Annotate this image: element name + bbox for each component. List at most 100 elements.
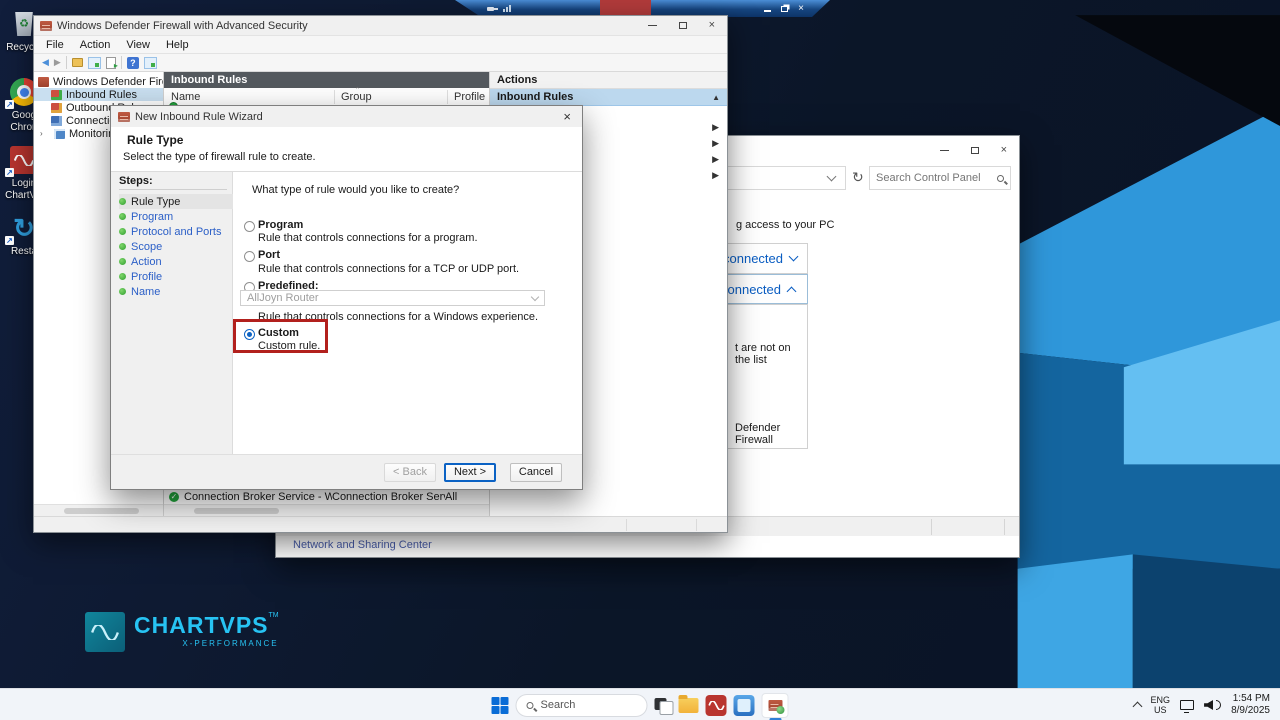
- text-fragment-access: g access to your PC: [736, 219, 835, 231]
- wizard-heading: Rule Type: [127, 133, 184, 147]
- window-title: Windows Defender Firewall with Advanced …: [57, 19, 308, 32]
- step-rule-type: Rule Type: [119, 194, 233, 209]
- menu-action[interactable]: Action: [72, 37, 119, 53]
- task-view-button[interactable]: [654, 697, 674, 715]
- wizard-content: What type of rule would you like to crea…: [233, 172, 582, 454]
- step-action[interactable]: Action: [119, 254, 232, 269]
- maximize-icon[interactable]: [678, 22, 687, 29]
- menu-help[interactable]: Help: [158, 37, 197, 53]
- rule-name: Connection Broker Service - WMI (DCO...: [184, 490, 332, 503]
- step-name[interactable]: Name: [119, 284, 232, 299]
- firewall-taskbar-icon[interactable]: [761, 692, 789, 720]
- submenu-arrow-icon[interactable]: ▶: [712, 154, 719, 165]
- chartvps-watermark-logo: CHARTVPSTM X-PERFORMANCE: [85, 612, 279, 652]
- annotation-highlight-box: [233, 319, 328, 353]
- export-list-icon[interactable]: [105, 56, 118, 70]
- action-pane-icon[interactable]: [143, 56, 157, 69]
- rule-row[interactable]: ✓ Connection Broker Service - WMI (DCO..…: [164, 489, 489, 504]
- submenu-arrow-icon[interactable]: ▶: [712, 138, 719, 149]
- clock[interactable]: 1:54 PM 8/9/2025: [1231, 693, 1270, 717]
- start-button[interactable]: [491, 696, 509, 714]
- minimize-icon[interactable]: [647, 25, 657, 26]
- forward-icon[interactable]: ▶: [54, 58, 61, 67]
- back-icon[interactable]: ◀: [42, 58, 49, 67]
- close-icon[interactable]: ×: [1001, 144, 1007, 156]
- minimize-icon[interactable]: [939, 149, 949, 151]
- text-fragment-networks: t are not on the list: [735, 342, 791, 366]
- wizard-steps-panel: Steps: Rule Type Program Protocol and Po…: [111, 172, 233, 454]
- column-group[interactable]: Group: [334, 91, 447, 103]
- menu-bar: File Action View Help: [34, 35, 727, 53]
- step-program[interactable]: Program: [119, 209, 232, 224]
- pin-icon[interactable]: [487, 5, 497, 13]
- menu-view[interactable]: View: [118, 37, 158, 53]
- step-protocol-and-ports[interactable]: Protocol and Ports: [119, 224, 232, 239]
- export-folder-icon[interactable]: [71, 58, 83, 67]
- step-bullet-icon: [119, 228, 126, 235]
- tree-label: Windows Defender Firewall with Advanced …: [53, 75, 163, 88]
- refresh-icon[interactable]: ↻: [852, 169, 864, 186]
- connection-signal-icon: [503, 5, 511, 12]
- network-icon[interactable]: [1180, 700, 1195, 713]
- search-icon: [526, 701, 534, 709]
- shortcut-arrow-icon: ↗: [5, 236, 14, 245]
- tree-expander-icon[interactable]: ›: [40, 129, 50, 138]
- radio-port[interactable]: [244, 251, 255, 262]
- collapse-icon[interactable]: ▲: [712, 93, 720, 102]
- back-button[interactable]: < Back: [384, 462, 436, 482]
- step-bullet-icon: [119, 243, 126, 250]
- next-button[interactable]: Next >: [444, 462, 496, 482]
- outbound-rules-icon: [51, 102, 62, 113]
- speaker-icon[interactable]: [1204, 700, 1214, 710]
- control-panel-search[interactable]: Search Control Panel: [869, 166, 1011, 190]
- menu-file[interactable]: File: [38, 37, 72, 53]
- rdp-minimize-icon[interactable]: [764, 10, 771, 12]
- step-bullet-icon: [119, 213, 126, 220]
- step-scope[interactable]: Scope: [119, 239, 232, 254]
- option-port-label[interactable]: Port: [258, 249, 280, 261]
- help-icon[interactable]: ?: [126, 56, 139, 69]
- predefined-dropdown[interactable]: AllJoyn Router: [240, 290, 545, 306]
- rule-group: Connection Broker Service: [332, 490, 445, 503]
- rdp-restore-icon[interactable]: [781, 6, 788, 12]
- tree-root-firewall[interactable]: Windows Defender Firewall with Advanced …: [34, 75, 163, 88]
- wizard-header: Rule Type Select the type of firewall ru…: [111, 127, 582, 171]
- step-bullet-icon: [119, 198, 126, 205]
- column-profile[interactable]: Profile: [447, 91, 489, 103]
- submenu-arrow-icon[interactable]: ▶: [712, 122, 719, 133]
- submenu-arrow-icon[interactable]: ▶: [712, 170, 719, 181]
- close-icon[interactable]: ×: [563, 109, 582, 124]
- firewall-node-icon: [38, 76, 49, 87]
- file-explorer-icon[interactable]: [678, 694, 699, 713]
- network-sharing-center-link[interactable]: Network and Sharing Center: [293, 539, 432, 551]
- language-indicator[interactable]: ENG US: [1151, 695, 1171, 715]
- option-port-desc: Rule that controls connections for a TCP…: [258, 263, 520, 275]
- radio-program[interactable]: [244, 221, 255, 232]
- chartvps-app-icon[interactable]: [705, 694, 727, 716]
- tree-item-inbound-rules[interactable]: Inbound Rules: [34, 88, 163, 101]
- wizard-question: What type of rule would you like to crea…: [252, 184, 460, 196]
- column-name[interactable]: Name: [164, 91, 334, 103]
- tree-horizontal-scrollbar[interactable]: [34, 504, 163, 516]
- list-horizontal-scrollbar[interactable]: [164, 504, 489, 516]
- rdp-close-icon[interactable]: ×: [798, 4, 804, 14]
- cancel-button[interactable]: Cancel: [510, 462, 562, 482]
- system-settings-icon[interactable]: [733, 694, 755, 716]
- wizard-icon: [118, 111, 130, 122]
- show-console-tree-icon[interactable]: [87, 56, 101, 69]
- actions-section-inbound-rules[interactable]: Inbound Rules ▲: [490, 89, 727, 106]
- inbound-rules-icon: [51, 89, 62, 100]
- text-fragment-defender: Defender Firewall: [735, 422, 781, 446]
- taskbar-search[interactable]: Search: [515, 693, 648, 717]
- actions-section-label: Inbound Rules: [497, 91, 574, 103]
- shortcut-arrow-icon: ↗: [5, 168, 14, 177]
- maximize-icon[interactable]: [970, 146, 979, 154]
- chevron-down-icon[interactable]: [826, 171, 837, 182]
- wizard-subheading: Select the type of firewall rule to crea…: [123, 151, 316, 163]
- chevron-down-icon: [530, 292, 540, 301]
- close-icon[interactable]: ×: [709, 20, 715, 31]
- step-profile[interactable]: Profile: [119, 269, 232, 284]
- tray-chevron-up-icon[interactable]: [1132, 701, 1142, 712]
- option-program-label[interactable]: Program: [258, 219, 303, 231]
- new-inbound-rule-wizard: New Inbound Rule Wizard × Rule Type Sele…: [110, 105, 583, 490]
